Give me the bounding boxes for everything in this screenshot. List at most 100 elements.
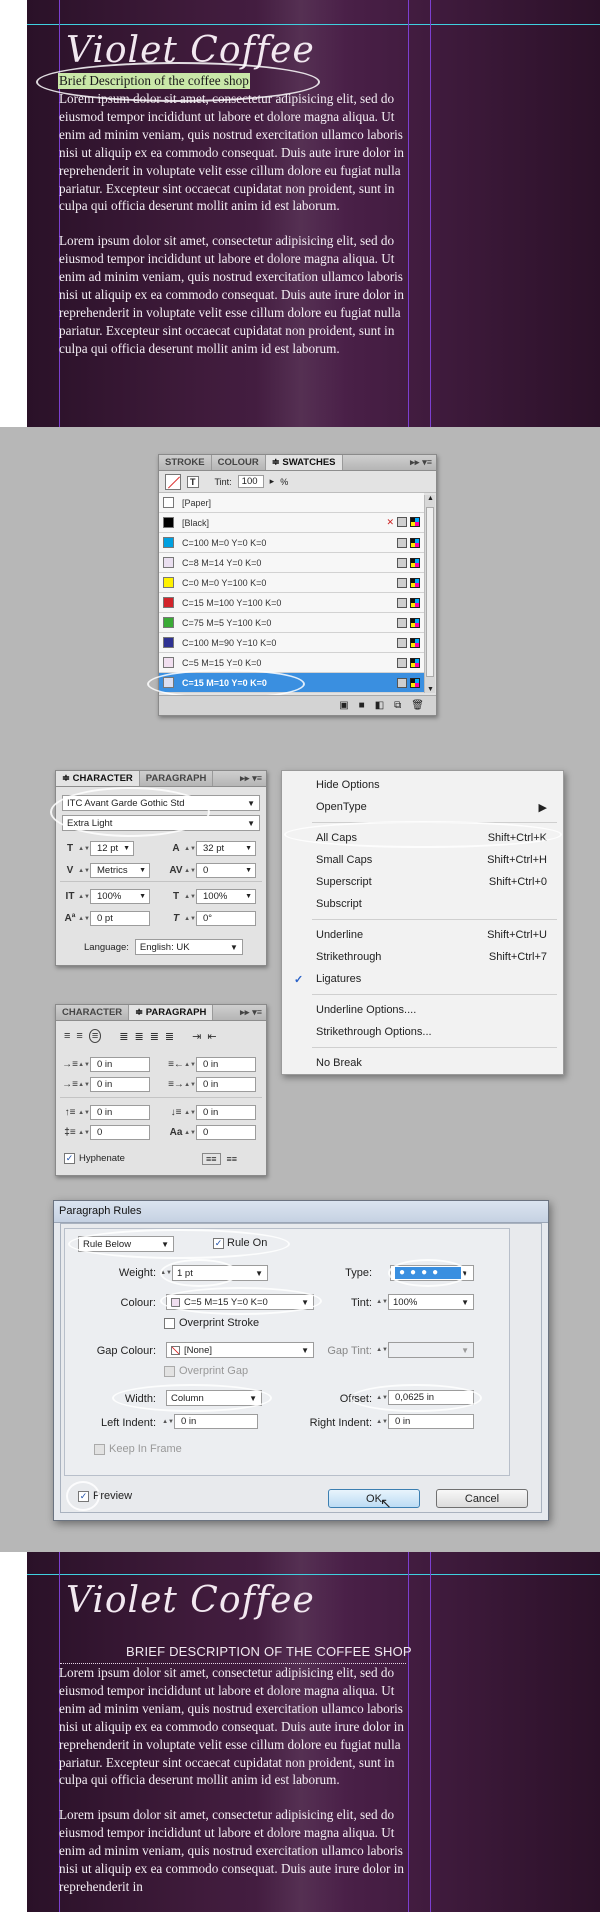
ok-button[interactable]: OK [328,1489,420,1508]
drop-cap-lines-field[interactable]: 0 [90,1125,150,1140]
justify-center-icon[interactable]: ≣ [134,1030,143,1043]
menu-item[interactable]: Underline Options.... [282,999,563,1021]
heading-caps-text[interactable]: BRIEF DESCRIPTION OF THE COFFEE SHOP [126,1644,412,1659]
gap-tint-label: Gap Tint: [327,1345,372,1357]
last-line-indent-field[interactable]: 0 in [196,1077,256,1092]
justify-left-icon[interactable]: ≣ [119,1030,128,1043]
show-color-swatches-icon[interactable]: ■ [359,700,365,711]
align-away-spine-icon[interactable]: ⇤ [207,1030,216,1043]
collapse-icon[interactable]: ▸▸ [410,457,419,468]
scroll-up-icon[interactable]: ▲ [425,495,436,502]
scroll-thumb[interactable] [426,507,434,677]
swatch-list: [Paper] [Black] ✕ C=100 M=0 Y=0 K=0 C=8 M=14… [159,493,424,693]
swatch-row[interactable]: C=15 M=100 Y=100 K=0 [159,593,424,613]
tab-character[interactable]: ≑ CHARACTER [56,771,140,786]
right-indent-field[interactable]: 0 in [196,1057,256,1072]
drop-cap-chars-field[interactable]: 0 [196,1125,256,1140]
cancel-button[interactable]: Cancel [436,1489,528,1508]
panel-menu-icon[interactable]: ▾≡ [422,457,432,468]
paragraph-panel: CHARACTER ≑ PARAGRAPH ▸▸ ▾≡ ≡ ≡ ≡ ≣ ≣ ≣ ≣… [55,1004,267,1176]
skew-field[interactable]: 0° [196,911,256,926]
space-after-field[interactable]: 0 in [196,1105,256,1120]
process-color-icon [397,557,407,568]
menu-item[interactable]: Strikethrough Shift+Ctrl+7 [282,946,563,968]
highlight-ellipse [160,1259,238,1287]
tab-stroke[interactable]: STROKE [159,455,212,470]
align-right-icon[interactable]: ≡ [88,1029,102,1043]
menu-item[interactable]: OpenType ▶ [282,796,563,818]
overprint-stroke-checkbox[interactable] [164,1317,175,1329]
menu-item[interactable]: Subscript [282,893,563,915]
gap-colour-dropdown[interactable]: [None] ▼ [166,1342,314,1358]
keep-in-frame-checkbox[interactable] [94,1443,105,1455]
swatch-row[interactable]: [Paper] [159,493,424,513]
delete-swatch-icon[interactable]: 🗑 [411,700,424,711]
show-gradient-swatches-icon[interactable]: ◧ [375,700,384,711]
menu-item-label: Small Caps [316,854,373,866]
new-swatch-icon[interactable]: ⧉ [394,700,401,711]
baseline-shift-field[interactable]: 0 pt [90,911,150,926]
align-to-baseline-on-icon[interactable]: ≡≡ [227,1154,238,1164]
swatch-row[interactable]: C=0 M=0 Y=100 K=0 [159,573,424,593]
menu-item[interactable]: Small Caps Shift+Ctrl+H [282,849,563,871]
panel-menu-icon[interactable]: ▾≡ [252,773,262,784]
menu-item[interactable]: Superscript Shift+Ctrl+0 [282,871,563,893]
tint-stepper-icon[interactable]: ▸ [270,476,275,487]
menu-item[interactable]: Strikethrough Options... [282,1021,563,1043]
gap-tint-dropdown[interactable]: ▼ [388,1342,474,1358]
swatch-row[interactable]: [Black] ✕ [159,513,424,533]
body-text-frame[interactable]: Lorem ipsum dolor sit amet, consectetur … [59,1664,413,1912]
menu-item[interactable]: No Break [282,1052,563,1074]
body-text-frame[interactable]: Lorem ipsum dolor sit amet, consectetur … [59,90,413,375]
justify-right-icon[interactable]: ≣ [150,1030,159,1043]
left-indent-field[interactable]: 0 in [174,1414,258,1429]
selected-text[interactable]: Brief Description of the coffee shop [58,73,250,89]
swatch-row[interactable]: C=8 M=14 Y=0 K=0 [159,553,424,573]
menu-item[interactable]: ✓ Ligatures [282,968,563,990]
left-indent-field[interactable]: 0 in [90,1057,150,1072]
hyphenate-checkbox[interactable]: ✓ [64,1153,75,1164]
swatch-row[interactable]: C=100 M=0 Y=0 K=0 [159,533,424,553]
scroll-down-icon[interactable]: ▼ [425,686,436,693]
tint-input[interactable]: 100 [237,475,264,488]
horizontal-scale-field[interactable]: 100% ▼ [196,889,256,904]
cmyk-mode-icon [410,617,420,628]
show-all-swatches-icon[interactable]: ▣ [339,700,348,711]
align-left-icon[interactable]: ≡ [64,1030,70,1042]
tab-paragraph[interactable]: ≑ PARAGRAPH [129,1005,214,1020]
align-to-baseline-off-icon[interactable]: ≡≡ [202,1153,221,1165]
tab-character[interactable]: CHARACTER [56,1005,130,1020]
menu-item[interactable]: Underline Shift+Ctrl+U [282,924,563,946]
menu-item[interactable]: Hide Options [282,774,563,796]
vertical-scale-field[interactable]: 100% ▼ [90,889,150,904]
kerning-field[interactable]: Metrics ▼ [90,863,150,878]
formatting-text-icon[interactable]: T [187,475,199,488]
align-towards-spine-icon[interactable]: ⇥ [192,1030,201,1043]
tab-swatches[interactable]: ≑ SWATCHES [265,455,343,470]
tab-colour[interactable]: COLOUR [212,455,266,470]
collapse-icon[interactable]: ▸▸ [240,773,249,784]
justify-all-icon[interactable]: ≣ [165,1030,174,1043]
tab-paragraph[interactable]: PARAGRAPH [140,771,214,786]
space-before-field[interactable]: 0 in [90,1105,150,1120]
font-size-field[interactable]: 12 pt ▼ [90,841,134,856]
language-dropdown[interactable]: English: UK ▼ [134,939,243,955]
menu-item-label: Underline Options.... [316,1004,417,1016]
menu-item-shortcut: Shift+Ctrl+U [487,929,547,941]
swatch-row[interactable]: C=100 M=90 Y=10 K=0 [159,633,424,653]
swatch-color-chip [163,577,174,588]
panel-menu-icon[interactable]: ▾≡ [252,1007,262,1018]
tracking-field[interactable]: 0 ▼ [196,863,256,878]
right-indent-field[interactable]: 0 in [388,1414,474,1429]
first-line-indent-field[interactable]: 0 in [90,1077,150,1092]
swatch-row[interactable]: C=75 M=5 Y=100 K=0 [159,613,424,633]
scrollbar[interactable]: ▲ ▼ [424,495,435,693]
overprint-gap-checkbox[interactable] [164,1365,175,1377]
swatch-color-chip [163,537,174,548]
align-center-icon[interactable]: ≡ [76,1030,82,1042]
leading-field[interactable]: 32 pt ▼ [196,841,256,856]
collapse-icon[interactable]: ▸▸ [240,1007,249,1018]
process-color-icon [397,657,407,668]
fill-stroke-icon[interactable] [165,473,181,490]
tint-dropdown[interactable]: 100% ▼ [388,1294,474,1310]
